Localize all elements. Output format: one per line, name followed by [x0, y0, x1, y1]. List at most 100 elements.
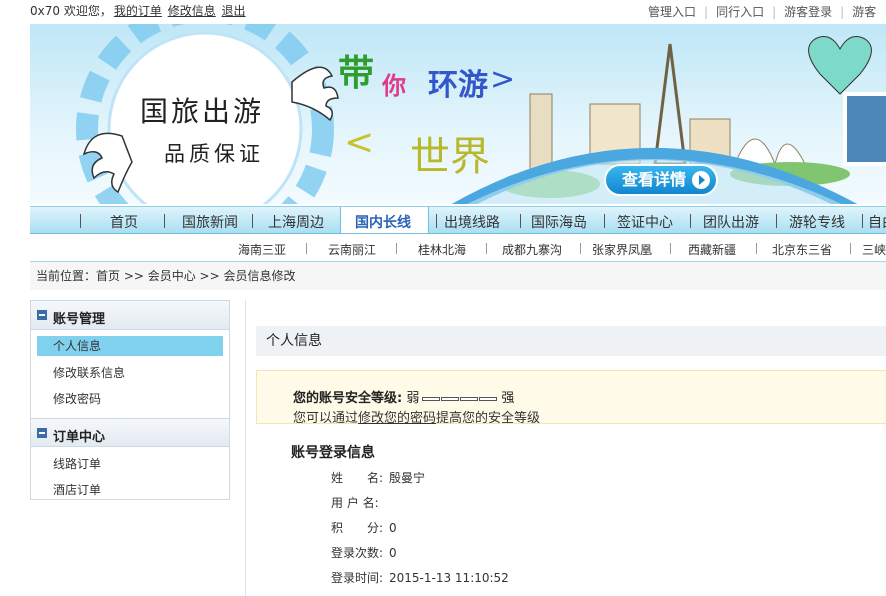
field-row-login-time: 登录时间: 2015-1-13 11:10:52 [331, 569, 509, 586]
subnav-item-zhangjiajie[interactable]: 张家界凤凰 [592, 241, 652, 258]
nav-item-domestic-label: 国内长线 [355, 215, 411, 231]
field-row-login-count: 登录次数: 0 [331, 544, 397, 561]
sidebar-group-title: 账号管理 [53, 312, 106, 327]
nav-item-free[interactable]: 自由 [868, 212, 886, 232]
subnav-item-tibet[interactable]: 西藏新疆 [688, 241, 736, 258]
subnav-divider [396, 243, 397, 254]
collapse-icon[interactable] [37, 428, 47, 438]
subnav-item-yunnan[interactable]: 云南丽江 [328, 241, 376, 258]
nav-divider [776, 214, 777, 228]
my-orders-link[interactable]: 我的订单 [114, 4, 162, 18]
agency-entry-link[interactable]: 同行入口 [716, 5, 764, 19]
nav-item-news[interactable]: 国旅新闻 [182, 212, 238, 232]
sidebar-item-personal-info[interactable]: 个人信息 [37, 336, 223, 356]
guest-link[interactable]: 游客 [852, 5, 876, 19]
subnav-divider [756, 243, 757, 254]
guest-login-link[interactable]: 游客登录 [784, 5, 832, 19]
nav-item-islands[interactable]: 国际海岛 [531, 212, 587, 232]
play-arrow-icon [692, 171, 710, 189]
nav-item-domestic[interactable]: 国内长线 [340, 207, 429, 233]
subnav-item-guilin[interactable]: 桂林北海 [418, 241, 466, 258]
nav-divider [80, 214, 81, 228]
banner-tagline-a: 带 [338, 53, 375, 94]
field-row-points: 积 分: 0 [331, 519, 397, 536]
edit-info-link[interactable]: 修改信息 [168, 4, 216, 18]
security-weak-label: 弱 [406, 391, 420, 406]
divider: | [704, 5, 709, 19]
banner-slogan-line2: 品质保证 [164, 142, 264, 166]
security-panel: 您的账号安全等级: 弱 强 您可以通过修改您的密码提高您的安全等级 [256, 370, 886, 426]
banner-tagline-e: < [344, 122, 375, 163]
nav-divider [436, 214, 437, 228]
nav-item-visa[interactable]: 签证中心 [617, 212, 673, 232]
divider: | [772, 5, 777, 19]
heart-icon [808, 36, 872, 95]
main-nav: 首页 国旅新闻 上海周边 国内长线 出境线路 国际海岛 签证中心 团队出游 游轮… [30, 206, 886, 234]
logout-link[interactable]: 退出 [222, 4, 246, 18]
security-level-row: 您的账号安全等级: 弱 强 [293, 387, 514, 406]
banner-tagline-b: 你 [382, 72, 406, 100]
field-value: 0 [389, 521, 397, 535]
change-password-link[interactable]: 修改您的密码 [358, 411, 436, 426]
nav-divider [862, 214, 863, 228]
security-tip-prefix: 您可以通过 [293, 411, 359, 426]
sidebar-item-change-password[interactable]: 修改密码 [37, 388, 223, 414]
nav-divider [252, 214, 253, 228]
member-sidebar: 账号管理 个人信息 修改联系信息 修改密码 订单中心 线路订单 酒店订单 [30, 300, 230, 500]
subnav-divider [670, 243, 671, 254]
field-value: 0 [389, 546, 397, 560]
sidebar-list-account: 个人信息 修改联系信息 修改密码 [31, 330, 229, 418]
field-label: 姓 名: [331, 471, 384, 485]
promo-banner: 国旅出游 品质保证 带 你 环游 > < 世界 查看详情 [30, 24, 886, 204]
sub-nav: 海南三亚 云南丽江 桂林北海 成都九寨沟 张家界凤凰 西藏新疆 北京东三省 三峡 [30, 234, 886, 262]
sidebar-group-orders[interactable]: 订单中心 [31, 418, 229, 447]
username: 0x70 [30, 4, 61, 18]
nav-item-home[interactable]: 首页 [110, 212, 138, 232]
nav-item-shanghai[interactable]: 上海周边 [268, 212, 324, 232]
banner-tagline-c: 环游 [428, 68, 488, 103]
banner-tagline-f: 世界 [410, 134, 490, 180]
section-title: 个人信息 [256, 326, 886, 356]
banner-tagline-d: > [490, 62, 516, 97]
user-links: 0x70 欢迎您， 我的订单 修改信息 退出 [30, 2, 246, 19]
field-row-username: 用 户 名: [331, 494, 389, 511]
subnav-divider [850, 243, 851, 254]
security-tip: 您可以通过修改您的密码提高您的安全等级 [293, 407, 540, 426]
subnav-divider [580, 243, 581, 254]
field-label: 用 户 名: [331, 496, 379, 510]
nav-item-cruise[interactable]: 游轮专线 [789, 212, 845, 232]
sidebar-group-title: 订单中心 [53, 430, 106, 445]
collapse-icon[interactable] [37, 310, 47, 320]
field-value: 殷曼宁 [389, 471, 426, 485]
nav-item-group[interactable]: 团队出游 [703, 212, 759, 232]
sidebar-group-account[interactable]: 账号管理 [31, 301, 229, 330]
subnav-item-sanxia[interactable]: 三峡 [862, 241, 886, 258]
divider: | [840, 5, 845, 19]
sidebar-item-edit-contact[interactable]: 修改联系信息 [37, 362, 223, 388]
field-label: 登录时间: [331, 571, 384, 585]
sidebar-list-orders: 线路订单 酒店订单 [31, 447, 229, 509]
security-tip-suffix: 提高您的安全等级 [436, 411, 541, 426]
sidebar-item-hotel-orders[interactable]: 酒店订单 [37, 479, 223, 505]
view-details-button[interactable]: 查看详情 [604, 164, 718, 196]
field-label: 积 分: [331, 521, 384, 535]
subnav-item-chengdu[interactable]: 成都九寨沟 [502, 241, 562, 258]
nav-divider [604, 214, 605, 228]
subnav-divider [306, 243, 307, 254]
welcome-text: 欢迎您， [63, 4, 112, 18]
field-row-name: 姓 名: 殷曼宁 [331, 469, 425, 486]
nav-divider [164, 214, 165, 228]
subnav-divider [486, 243, 487, 254]
field-value: 2015-1-13 11:10:52 [389, 571, 509, 585]
field-label: 登录次数: [331, 546, 384, 560]
banner-slogan-line1: 国旅出游 [140, 95, 265, 128]
admin-entry-link[interactable]: 管理入口 [648, 5, 696, 19]
subnav-item-beijing[interactable]: 北京东三省 [772, 241, 832, 258]
nav-divider [520, 214, 521, 228]
sidebar-item-route-orders[interactable]: 线路订单 [37, 453, 223, 479]
subnav-item-hainan[interactable]: 海南三亚 [238, 241, 286, 258]
top-bar: 0x70 欢迎您， 我的订单 修改信息 退出 管理入口 | 同行入口 | 游客登录 | 游客 [0, 0, 886, 20]
security-meter [422, 391, 498, 406]
postcard-icon [843, 92, 886, 166]
nav-item-outbound[interactable]: 出境线路 [444, 212, 500, 232]
